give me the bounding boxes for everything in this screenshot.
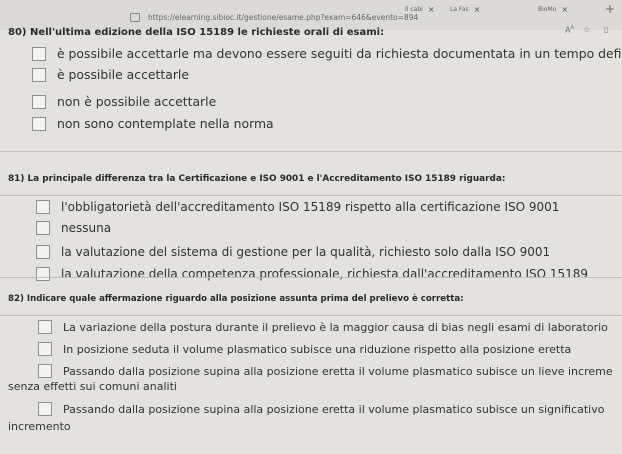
answer-checkbox[interactable] (38, 320, 52, 334)
answer-option[interactable]: La variazione della postura durante il p… (38, 320, 608, 334)
answer-checkbox[interactable] (32, 67, 46, 82)
answer-label-continued: senza effetti sui comuni analiti (8, 380, 177, 393)
answer-option[interactable]: la valutazione del sistema di gestione p… (36, 245, 550, 259)
answer-checkbox[interactable] (36, 221, 50, 235)
answer-option[interactable]: la valutazione della competenza professi… (36, 267, 588, 281)
tab-label: Il cabi (405, 6, 423, 13)
answer-label: la valutazione della competenza professi… (61, 267, 589, 281)
divider (0, 151, 622, 152)
text-size-icon[interactable]: AA (565, 25, 574, 35)
answer-option[interactable]: l'obbligatorietà dell'accreditamento ISO… (36, 200, 559, 214)
answer-label-continued: incremento (8, 420, 71, 433)
close-tab-icon[interactable]: × (428, 5, 435, 14)
divider (0, 315, 622, 316)
answer-label: In posizione seduta il volume plasmatico… (63, 342, 572, 356)
answer-label: la valutazione del sistema di gestione p… (61, 245, 551, 259)
answer-option[interactable]: nessuna (36, 221, 111, 235)
new-tab-button[interactable]: + (605, 2, 615, 16)
answer-checkbox[interactable] (38, 342, 52, 356)
question-80-title: 80) Nell'ultima edizione della ISO 15189… (8, 27, 385, 38)
answer-label: Passando dalla posizione supina alla pos… (63, 364, 613, 378)
answer-label: non sono contemplate nella norma (57, 116, 274, 131)
browser-chrome: Il cabi × La Fas × BioMo × + https://ele… (0, 0, 622, 35)
answer-option[interactable]: In posizione seduta il volume plasmatico… (38, 342, 571, 356)
question-81-title: 81) La principale differenza tra la Cert… (8, 174, 506, 184)
browser-tab[interactable]: La Fas × (450, 3, 480, 16)
answer-checkbox[interactable] (36, 245, 50, 259)
divider (0, 277, 622, 278)
answer-label: è possibile accettarle (57, 67, 189, 82)
answer-label: La variazione della postura durante il p… (63, 320, 608, 334)
address-bar[interactable]: https://elearning.sibioc.it/gestione/esa… (148, 13, 418, 22)
answer-checkbox[interactable] (38, 364, 52, 378)
answer-label: non è possibile accettarle (57, 94, 217, 109)
answer-label: nessuna (61, 221, 112, 235)
answer-option[interactable]: è possibile accettarle (32, 67, 189, 82)
close-tab-icon[interactable]: × (561, 5, 568, 14)
close-tab-icon[interactable]: × (474, 5, 481, 14)
answer-label: è possibile accettarle ma devono essere … (57, 46, 622, 61)
answer-option[interactable]: Passando dalla posizione supina alla pos… (38, 364, 613, 378)
answer-checkbox[interactable] (32, 46, 46, 61)
answer-checkbox[interactable] (38, 402, 52, 416)
tab-label: BioMo (538, 6, 557, 13)
page-info-icon[interactable] (130, 13, 140, 22)
reading-view-icon[interactable]: ▯ (604, 25, 608, 34)
answer-checkbox[interactable] (32, 94, 46, 109)
answer-label: l'obbligatorietà dell'accreditamento ISO… (61, 200, 560, 214)
question-82-title: 82) Indicare quale affermazione riguardo… (8, 294, 464, 304)
tab-label: La Fas (450, 6, 469, 13)
answer-option[interactable]: Passando dalla posizione supina alla pos… (38, 402, 604, 416)
answer-checkbox[interactable] (36, 267, 50, 281)
answer-checkbox[interactable] (36, 200, 50, 214)
answer-checkbox[interactable] (32, 116, 46, 131)
favorite-star-icon[interactable]: ☆ (583, 25, 590, 34)
answer-option[interactable]: non è possibile accettarle (32, 94, 216, 109)
answer-label: Passando dalla posizione supina alla pos… (63, 402, 605, 416)
browser-tab[interactable]: BioMo × (538, 3, 568, 16)
answer-option[interactable]: è possibile accettarle ma devono essere … (32, 46, 622, 61)
divider (0, 195, 622, 196)
answer-option[interactable]: non sono contemplate nella norma (32, 116, 274, 131)
